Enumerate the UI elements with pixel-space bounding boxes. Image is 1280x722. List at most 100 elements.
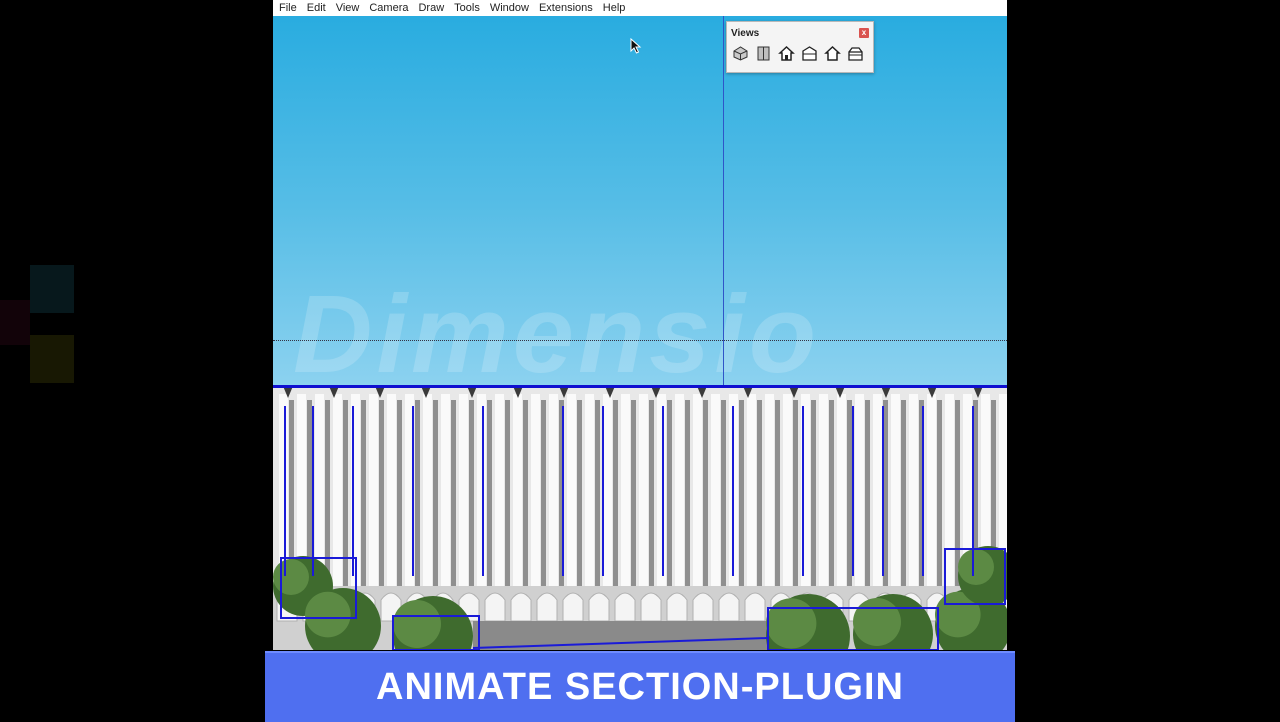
building-model	[273, 386, 1007, 650]
menu-file[interactable]: File	[273, 0, 302, 16]
building-window-strip	[451, 400, 456, 586]
section-plane-line	[273, 385, 1007, 388]
building-window-strip	[397, 400, 402, 586]
building-pilaster	[783, 394, 792, 594]
building-window-strip	[811, 400, 816, 586]
menu-edit[interactable]: Edit	[302, 0, 331, 16]
building-pilaster	[369, 394, 378, 594]
building-window-strip	[361, 400, 366, 586]
tree-highlight	[853, 598, 901, 646]
horizontal-guide-line	[273, 340, 1007, 341]
building-pilaster	[927, 394, 936, 594]
tree-highlight	[273, 559, 309, 595]
vertical-guide-line	[723, 16, 724, 386]
building-window-strip	[865, 400, 870, 586]
menu-bar: File Edit View Camera Draw Tools Window …	[273, 0, 1007, 16]
building-window-strip	[469, 400, 474, 586]
building-pilaster	[747, 394, 756, 594]
building-window-strip	[829, 400, 834, 586]
building-window-strip	[613, 400, 618, 586]
video-caption-banner: ANIMATE SECTION-PLUGIN	[265, 651, 1015, 722]
building-window-strip	[379, 400, 384, 586]
base-arch	[562, 592, 584, 622]
building-window-strip	[739, 400, 744, 586]
menu-help[interactable]: Help	[598, 0, 631, 16]
building-window-strip	[937, 400, 942, 586]
menu-camera[interactable]: Camera	[364, 0, 413, 16]
building-window-strip	[541, 400, 546, 586]
building-pilaster	[423, 394, 432, 594]
tree-highlight	[393, 600, 441, 648]
base-arch	[484, 592, 506, 622]
views-title-bar: Views x	[727, 22, 873, 44]
building-pilaster	[855, 394, 864, 594]
model-viewport[interactable]: Dimensio	[273, 16, 1007, 650]
building-window-strip	[649, 400, 654, 586]
building-pilaster	[585, 394, 594, 594]
building-window-strip	[775, 400, 780, 586]
building-pilaster	[639, 394, 648, 594]
tree-highlight	[958, 549, 994, 585]
building-pilaster	[693, 394, 702, 594]
building-pilaster	[873, 394, 882, 594]
building-window-strip	[721, 400, 726, 586]
building-pilaster	[675, 394, 684, 594]
building-window-strip	[577, 400, 582, 586]
right-view-icon[interactable]	[800, 44, 819, 63]
building-pilaster	[387, 394, 396, 594]
building-pilaster	[765, 394, 774, 594]
building-pilaster	[441, 394, 450, 594]
front-view-icon[interactable]	[777, 44, 796, 63]
building-pilaster	[621, 394, 630, 594]
building-window-strip	[901, 400, 906, 586]
iso-view-icon[interactable]	[731, 44, 750, 63]
base-arch	[588, 592, 610, 622]
background-blur-block	[30, 265, 74, 313]
top-view-icon[interactable]	[754, 44, 773, 63]
sketchup-window: File Edit View Camera Draw Tools Window …	[273, 0, 1007, 650]
building-pilaster	[567, 394, 576, 594]
views-toolbar: Views x	[726, 21, 874, 73]
left-view-icon[interactable]	[846, 44, 865, 63]
building-window-strip	[631, 400, 636, 586]
menu-draw[interactable]: Draw	[413, 0, 449, 16]
building-pilaster	[513, 394, 522, 594]
building-window-strip	[487, 400, 492, 586]
background-blur-block	[0, 300, 30, 345]
menu-extensions[interactable]: Extensions	[534, 0, 598, 16]
base-arch	[614, 592, 636, 622]
tree-highlight	[305, 591, 351, 638]
building-window-strip	[415, 400, 420, 586]
building-pilaster	[945, 394, 954, 594]
building-pilaster	[909, 394, 918, 594]
building-window-strip	[505, 400, 510, 586]
building-window-strip	[595, 400, 600, 586]
base-arch	[640, 592, 662, 622]
base-arch	[666, 592, 688, 622]
tree-highlight	[766, 598, 817, 649]
building-pilaster	[891, 394, 900, 594]
building-pilaster	[333, 394, 342, 594]
building-pilaster	[837, 394, 846, 594]
building-window-strip	[955, 400, 960, 586]
back-view-icon[interactable]	[823, 44, 842, 63]
building-pilaster	[495, 394, 504, 594]
building-pilaster	[459, 394, 468, 594]
close-icon[interactable]: x	[859, 28, 869, 38]
building-window-strip	[433, 400, 438, 586]
menu-view[interactable]: View	[331, 0, 365, 16]
menu-tools[interactable]: Tools	[449, 0, 485, 16]
views-title: Views	[731, 27, 760, 39]
building-window-strip	[847, 400, 852, 586]
building-pilaster	[603, 394, 612, 594]
menu-window[interactable]: Window	[485, 0, 534, 16]
building-window-strip	[685, 400, 690, 586]
building-window-strip	[793, 400, 798, 586]
building-pilaster	[711, 394, 720, 594]
building-pilaster	[477, 394, 486, 594]
building-pilaster	[531, 394, 540, 594]
caption-title: ANIMATE SECTION-PLUGIN	[376, 666, 904, 708]
building-pilaster	[549, 394, 558, 594]
base-arch	[692, 592, 714, 622]
building-window-strip	[757, 400, 762, 586]
